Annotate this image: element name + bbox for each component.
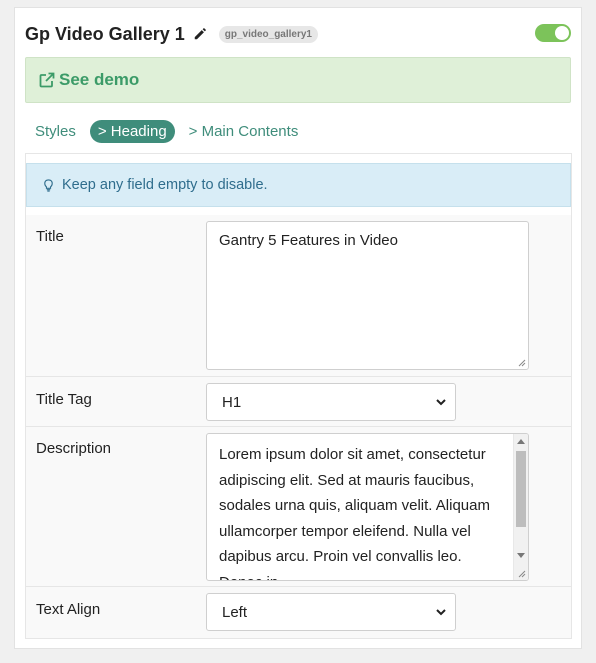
resize-grip-icon[interactable] <box>516 568 526 578</box>
title-label: Title <box>36 228 64 245</box>
enable-toggle[interactable] <box>535 24 571 42</box>
text-align-select[interactable]: Left <box>206 593 456 631</box>
tab-heading[interactable]: > Heading <box>89 120 175 143</box>
chevron-down-icon <box>435 606 447 618</box>
title-tag-value: H1 <box>222 393 242 411</box>
description-scrollbar[interactable] <box>513 434 528 580</box>
scroll-up-icon[interactable] <box>517 439 525 444</box>
tab-styles[interactable]: Styles <box>27 120 84 143</box>
title-tag-label: Title Tag <box>36 391 92 408</box>
title-tag-select[interactable]: H1 <box>206 383 456 421</box>
heading-form: Keep any field empty to disable. Title G… <box>25 153 572 639</box>
toggle-knob <box>555 26 569 40</box>
text-align-label: Text Align <box>36 601 101 618</box>
info-text: Keep any field empty to disable. <box>62 177 268 193</box>
scroll-down-icon[interactable] <box>517 553 525 558</box>
chevron-down-icon <box>435 396 447 408</box>
title-value: Gantry 5 Features in Video <box>219 232 398 249</box>
lightbulb-icon <box>43 178 54 192</box>
resize-grip-icon[interactable] <box>516 357 526 367</box>
text-align-value: Left <box>222 603 248 621</box>
see-demo-link[interactable]: See demo <box>25 57 571 103</box>
description-value: Lorem ipsum dolor sit amet, consectetur … <box>219 446 490 580</box>
title-row: Title Gantry 5 Features in Video <box>26 215 571 377</box>
scroll-thumb[interactable] <box>516 451 526 527</box>
module-title: Gp Video Gallery 1 <box>25 23 185 44</box>
title-textarea[interactable]: Gantry 5 Features in Video <box>206 221 529 370</box>
tab-main-contents[interactable]: > Main Contents <box>181 120 307 143</box>
description-textarea[interactable]: Lorem ipsum dolor sit amet, consectetur … <box>206 433 529 581</box>
module-header: Gp Video Gallery 1 gp_video_gallery1 <box>25 20 571 48</box>
description-label: Description <box>36 440 112 457</box>
info-alert: Keep any field empty to disable. <box>26 163 571 207</box>
module-id-badge: gp_video_gallery1 <box>218 25 318 43</box>
external-link-icon <box>38 71 56 89</box>
title-tag-row: Title Tag H1 <box>26 377 571 427</box>
text-align-row: Text Align Left <box>26 587 571 638</box>
see-demo-label: See demo <box>59 70 140 89</box>
description-row: Description Lorem ipsum dolor sit amet, … <box>26 427 571 587</box>
module-panel: Gp Video Gallery 1 gp_video_gallery1 See… <box>14 7 582 649</box>
pencil-icon[interactable] <box>193 27 207 41</box>
section-tabs: Styles > Heading > Main Contents <box>27 120 306 143</box>
